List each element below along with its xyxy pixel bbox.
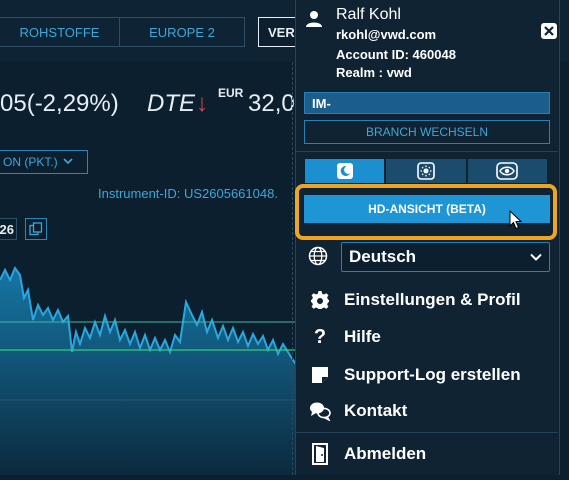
menu-item-support-log[interactable]: Support-Log erstellen <box>296 358 558 392</box>
quote-price: 32,0 <box>248 90 295 117</box>
dark-mode-button[interactable] <box>304 158 386 184</box>
divider <box>296 151 558 152</box>
menu-item-logout[interactable]: Abmelden <box>296 437 558 471</box>
user-email: rkohl@vwd.com <box>336 27 437 42</box>
eye-icon <box>496 162 519 180</box>
gear-icon <box>296 290 344 310</box>
quote-symbol: DTE <box>147 90 195 117</box>
user-icon <box>305 10 323 28</box>
tab-rohstoffe[interactable]: ROHSTOFFE <box>0 17 120 47</box>
switch-branch-button[interactable]: BRANCH WECHSELN <box>304 120 550 144</box>
down-arrow-icon: ↓ <box>196 90 208 117</box>
menu-label-support-log: Support-Log erstellen <box>344 365 521 384</box>
note-icon <box>296 366 344 384</box>
menu-label-settings: Einstellungen & Profil <box>344 290 521 309</box>
quote-currency: EUR <box>218 86 244 100</box>
user-menu-panel: Ralf Kohl rkohl@vwd.com Account ID: 4600… <box>295 0 560 475</box>
chevron-down-icon <box>529 249 543 263</box>
realm: Realm : vwd <box>336 65 412 80</box>
language-select[interactable]: Deutsch <box>341 242 550 272</box>
unit-select-value: ON (PKT.) <box>3 155 58 169</box>
tab-europe-2[interactable]: EUROPE 2 <box>120 17 245 47</box>
globe-icon <box>308 246 328 266</box>
chat-icon <box>296 401 344 421</box>
question-icon: ? <box>313 325 327 348</box>
unit-select[interactable]: ON (PKT.) <box>0 150 88 174</box>
light-mode-button[interactable] <box>385 158 467 184</box>
current-branch: IM- <box>304 92 550 114</box>
user-name: Ralf Kohl <box>336 6 401 23</box>
language-value: Deutsch <box>349 247 417 266</box>
contrast-mode-button[interactable] <box>466 158 548 184</box>
copy-icon[interactable] <box>25 218 47 240</box>
logout-door-icon <box>296 443 344 465</box>
price-chart <box>0 240 301 475</box>
market-tabs: ROHSTOFFE EUROPE 2 <box>0 17 245 47</box>
quote-change: 05(-2,29%) <box>0 90 119 117</box>
chevron-down-icon <box>63 157 73 168</box>
theme-switcher <box>304 158 548 184</box>
menu-item-contact[interactable]: Kontakt <box>296 394 558 428</box>
instrument-id: Instrument-ID: US2605661048. <box>98 186 278 201</box>
period-label: 26 <box>0 218 17 240</box>
menu-item-settings[interactable]: Einstellungen & Profil <box>296 283 558 317</box>
chart-area <box>0 268 300 475</box>
menu-label-contact: Kontakt <box>344 401 408 420</box>
chart-divider <box>292 62 293 475</box>
menu-label-logout: Abmelden <box>344 444 427 463</box>
menu-label-help: Hilfe <box>344 327 381 346</box>
mouse-cursor-icon <box>509 209 523 230</box>
language-row: Deutsch <box>304 242 550 274</box>
menu-item-help[interactable]: ? Hilfe <box>296 320 558 354</box>
close-icon[interactable] <box>540 22 558 40</box>
account-id: Account ID: 460048 <box>336 47 456 62</box>
sun-icon <box>417 162 435 180</box>
moon-icon <box>336 163 353 179</box>
divider <box>296 432 558 433</box>
